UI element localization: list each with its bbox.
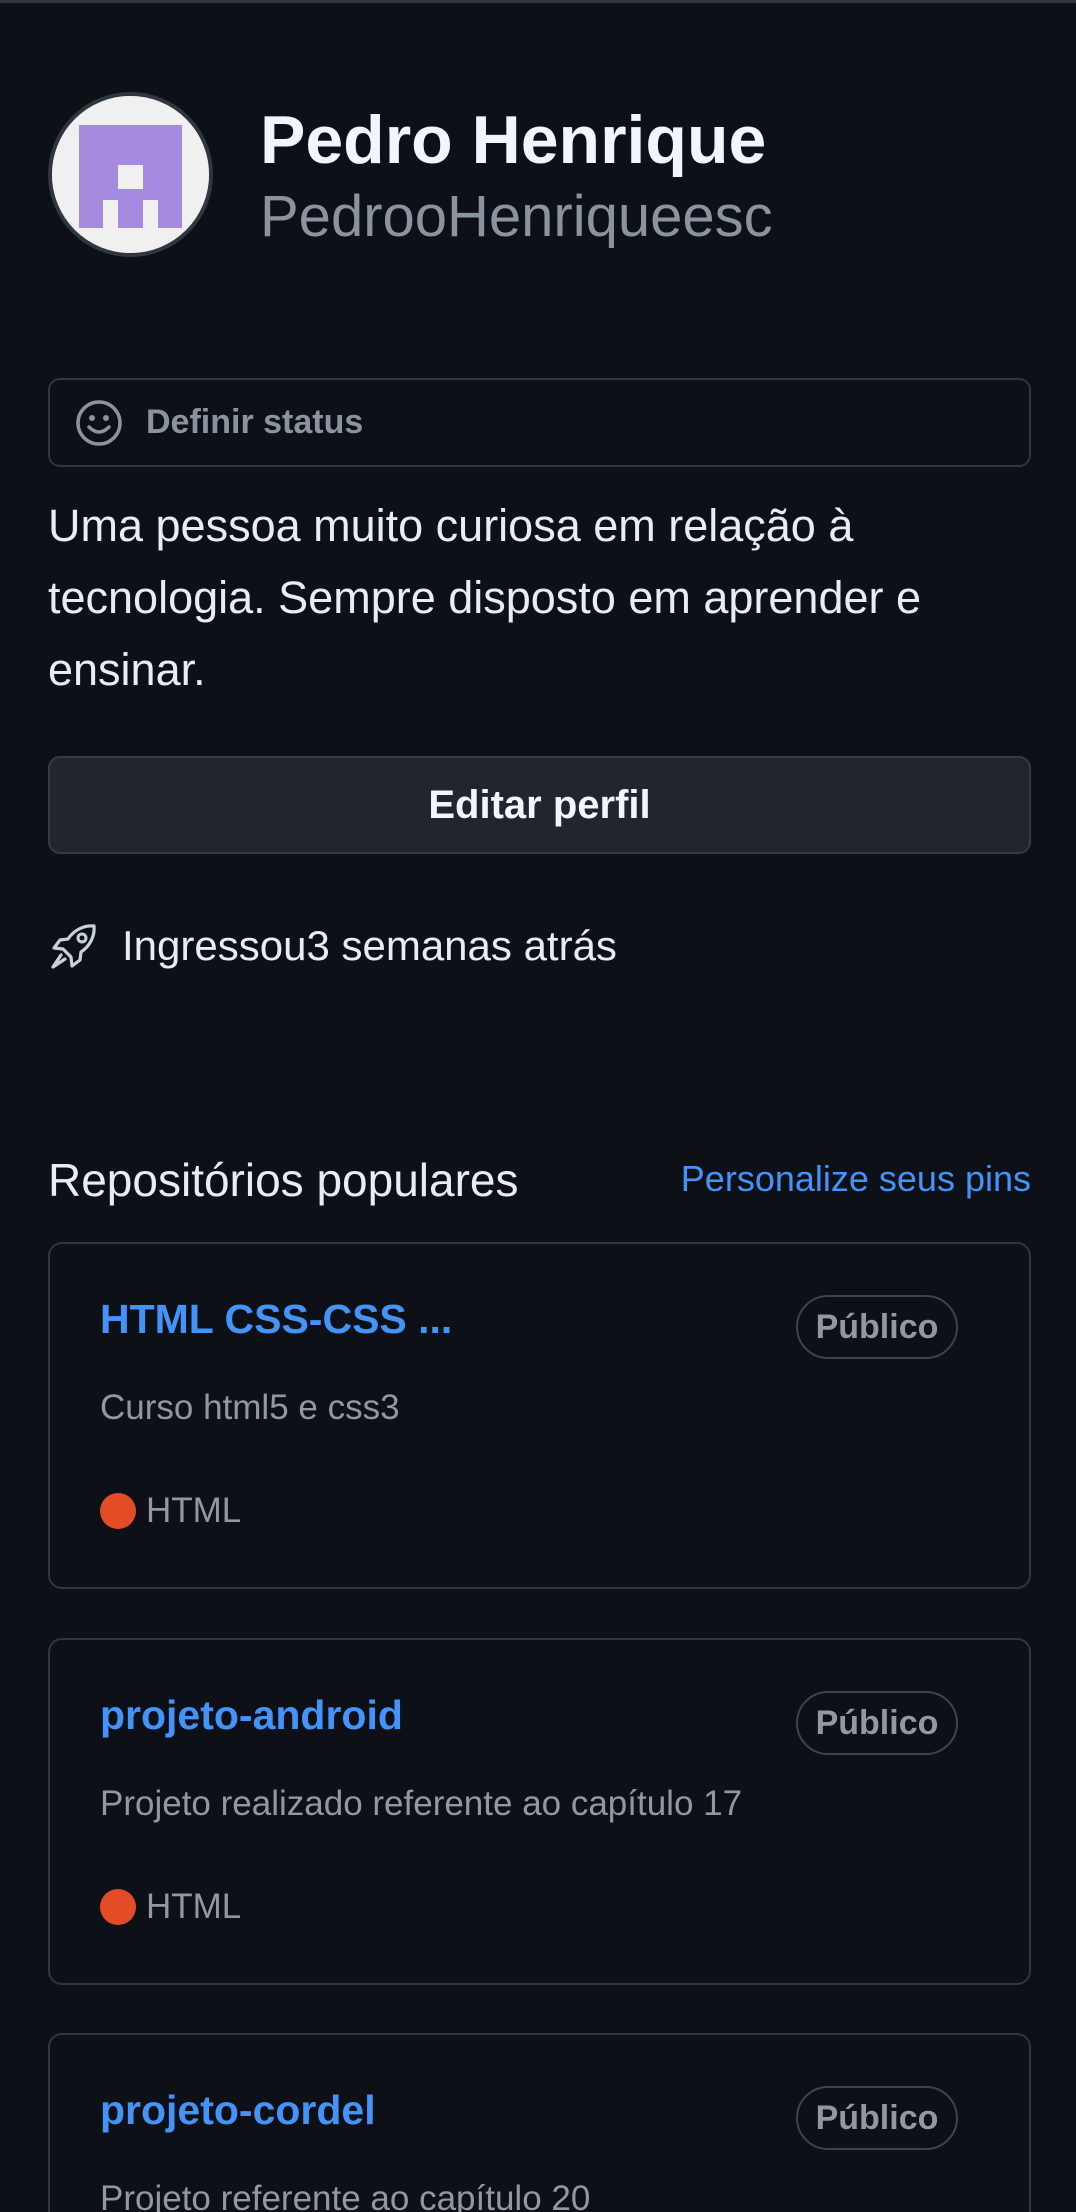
visibility-badge: Público xyxy=(796,2086,958,2150)
popular-repos-title: Repositórios populares xyxy=(48,1154,519,1206)
repo-description: Projeto referente ao capítulo 20 xyxy=(100,2179,591,2212)
repo-description: Curso html5 e css3 xyxy=(100,1388,400,1427)
repo-language: HTML xyxy=(100,1885,241,1929)
language-color-dot xyxy=(100,1493,136,1529)
repo-language: HTML xyxy=(100,1489,241,1533)
visibility-badge: Público xyxy=(796,1691,958,1755)
smiley-icon xyxy=(76,399,122,446)
repo-description: Projeto realizado referente ao capítulo … xyxy=(100,1784,743,1823)
repo-card[interactable]: projeto-cordel Público Projeto referente… xyxy=(48,2033,1031,2212)
repo-card[interactable]: HTML CSS-CSS ... Público Curso html5 e c… xyxy=(48,1242,1031,1589)
rocket-icon xyxy=(51,924,96,969)
repo-name-link[interactable]: projeto-android xyxy=(100,1690,403,1740)
repo-name-link[interactable]: projeto-cordel xyxy=(100,2085,376,2135)
popular-repos-header: Repositórios populares Personalize seus … xyxy=(48,1150,1031,1210)
profile-header: Pedro Henrique PedrooHenriqueesc xyxy=(48,92,1031,262)
set-status-button[interactable]: Definir status xyxy=(48,378,1031,467)
profile-bio: Uma pessoa muito curiosa em relação à te… xyxy=(48,500,922,695)
profile-page: Pedro Henrique PedrooHenriqueesc Definir… xyxy=(48,0,1031,2212)
joined-text: Ingressou3 semanas atrás xyxy=(122,922,617,969)
repo-card[interactable]: projeto-android Público Projeto realizad… xyxy=(48,1638,1031,1985)
username: PedrooHenriqueesc xyxy=(260,184,773,249)
repo-name-link[interactable]: HTML CSS-CSS ... xyxy=(100,1294,452,1344)
edit-profile-button[interactable]: Editar perfil xyxy=(48,756,1031,854)
avatar[interactable] xyxy=(48,92,213,257)
identicon-avatar-icon xyxy=(52,96,209,253)
joined-info: Ingressou3 semanas atrás xyxy=(48,918,617,974)
language-name: HTML xyxy=(146,1491,242,1530)
customize-pins-link[interactable]: Personalize seus pins xyxy=(681,1156,1031,1202)
language-name: HTML xyxy=(146,1887,242,1926)
display-name: Pedro Henrique xyxy=(260,102,767,178)
set-status-label: Definir status xyxy=(146,403,364,441)
visibility-badge: Público xyxy=(796,1295,958,1359)
language-color-dot xyxy=(100,1889,136,1925)
